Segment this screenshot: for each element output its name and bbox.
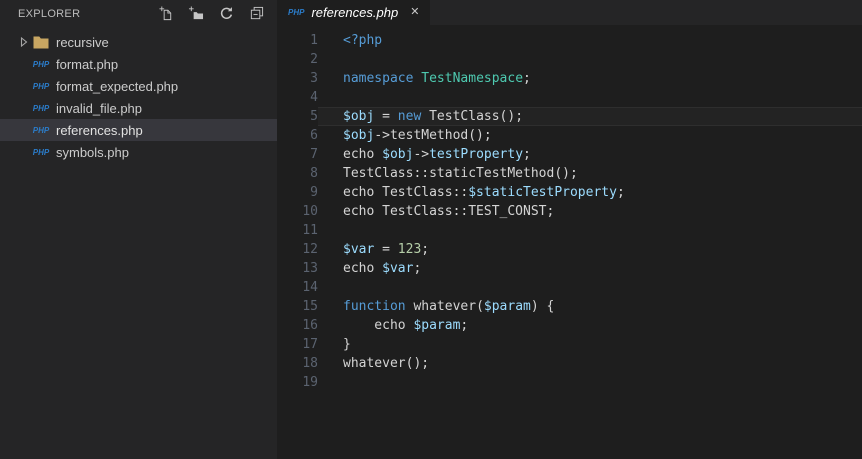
code-line-18[interactable]: 18 whatever(); bbox=[277, 354, 862, 373]
line-number: 1 bbox=[310, 33, 318, 48]
line-number: 3 bbox=[310, 71, 318, 86]
line-number: 12 bbox=[302, 242, 318, 257]
code-text: TestClass::staticTestMethod(); bbox=[343, 166, 578, 181]
chevron-right-icon[interactable] bbox=[20, 37, 33, 47]
line-number: 8 bbox=[310, 166, 318, 181]
explorer-title: EXPLORER bbox=[18, 7, 81, 20]
file-tree: recursive PHP format.php PHP format_expected… bbox=[0, 27, 277, 163]
explorer-header: EXPLORER bbox=[0, 0, 277, 27]
new-file-button[interactable] bbox=[158, 6, 174, 22]
code-line-3[interactable]: 3 namespace TestNamespace; bbox=[277, 69, 862, 88]
tree-item-recursive[interactable]: recursive bbox=[0, 31, 277, 53]
code-text: function whatever($param) { bbox=[343, 299, 555, 314]
tab-references-php[interactable]: PHP references.php ✕ bbox=[277, 0, 431, 25]
code-line-10[interactable]: 10 echo TestClass::TEST_CONST; bbox=[277, 202, 862, 221]
explorer-sidebar: EXPLORER recursive PHP format.php PHP format… bbox=[0, 0, 277, 459]
php-file-icon: PHP bbox=[32, 125, 50, 135]
new-folder-icon bbox=[188, 6, 204, 21]
code-line-14[interactable]: 14 bbox=[277, 278, 862, 297]
code-line-2[interactable]: 2 bbox=[277, 50, 862, 69]
line-number: 13 bbox=[302, 261, 318, 276]
code-line-6[interactable]: 6 $obj->testMethod(); bbox=[277, 126, 862, 145]
new-file-icon bbox=[158, 6, 174, 21]
code-line-7[interactable]: 7 echo $obj->testProperty; bbox=[277, 145, 862, 164]
tab-title: references.php bbox=[311, 5, 399, 20]
collapse-all-icon bbox=[249, 6, 264, 21]
code-text: echo $obj->testProperty; bbox=[343, 147, 531, 162]
collapse-all-button[interactable] bbox=[248, 6, 264, 22]
code-text: } bbox=[343, 337, 351, 352]
php-file-icon: PHP bbox=[288, 8, 305, 17]
file-label: invalid_file.php bbox=[56, 100, 143, 116]
code-text: echo $param; bbox=[343, 318, 469, 333]
line-number: 15 bbox=[302, 299, 318, 314]
line-number: 6 bbox=[310, 128, 318, 143]
refresh-icon bbox=[219, 6, 234, 21]
line-number: 9 bbox=[310, 185, 318, 200]
refresh-button[interactable] bbox=[218, 6, 234, 22]
code-text: $obj = new TestClass(); bbox=[318, 107, 862, 126]
code-line-15[interactable]: 15 function whatever($param) { bbox=[277, 297, 862, 316]
php-file-icon: PHP bbox=[32, 147, 50, 157]
file-label: format.php bbox=[56, 56, 119, 72]
line-number: 5 bbox=[310, 109, 318, 124]
file-label: format_expected.php bbox=[56, 78, 179, 94]
code-text: echo $var; bbox=[343, 261, 422, 276]
file-label: references.php bbox=[56, 122, 143, 138]
code-line-9[interactable]: 9 echo TestClass::$staticTestProperty; bbox=[277, 183, 862, 202]
file-label: recursive bbox=[56, 34, 109, 50]
code-text: <?php bbox=[343, 33, 383, 48]
code-line-16[interactable]: 16 echo $param; bbox=[277, 316, 862, 335]
php-file-icon: PHP bbox=[32, 59, 50, 69]
code-text: namespace TestNamespace; bbox=[343, 71, 531, 86]
line-number: 2 bbox=[310, 52, 318, 67]
line-number: 11 bbox=[302, 223, 318, 238]
line-number: 10 bbox=[302, 204, 318, 219]
line-number: 7 bbox=[310, 147, 318, 162]
code-line-19[interactable]: 19 bbox=[277, 373, 862, 392]
php-file-icon: PHP bbox=[32, 81, 50, 91]
line-number: 17 bbox=[302, 337, 318, 352]
line-number: 18 bbox=[302, 356, 318, 371]
tab-bar: PHP references.php ✕ bbox=[277, 0, 862, 25]
code-text: $obj->testMethod(); bbox=[343, 128, 492, 143]
vscode-window: EXPLORER recursive PHP format.php PHP format… bbox=[0, 0, 862, 459]
code-line-5[interactable]: 5 $obj = new TestClass(); bbox=[277, 107, 862, 126]
folder-icon bbox=[33, 36, 49, 49]
code-line-11[interactable]: 11 bbox=[277, 221, 862, 240]
code-line-12[interactable]: 12 $var = 123; bbox=[277, 240, 862, 259]
explorer-actions bbox=[158, 6, 264, 22]
tree-item-format-php[interactable]: PHP format.php bbox=[0, 53, 277, 75]
line-number: 16 bbox=[302, 318, 318, 333]
line-number: 4 bbox=[310, 90, 318, 105]
code-text: whatever(); bbox=[343, 356, 430, 371]
code-text: echo TestClass::TEST_CONST; bbox=[343, 204, 555, 219]
editor-group: PHP references.php ✕ 1 <?php 2 3 namespace T… bbox=[277, 0, 862, 459]
code-line-13[interactable]: 13 echo $var; bbox=[277, 259, 862, 278]
tree-item-symbols-php[interactable]: PHP symbols.php bbox=[0, 141, 277, 163]
code-editor[interactable]: 1 <?php 2 3 namespace TestNamespace; 4 5 $obj =… bbox=[277, 25, 862, 459]
tree-item-format-expected-php[interactable]: PHP format_expected.php bbox=[0, 75, 277, 97]
code-text: echo TestClass::$staticTestProperty; bbox=[343, 185, 625, 200]
tree-item-references-php[interactable]: PHP references.php bbox=[0, 119, 277, 141]
code-text: $var = 123; bbox=[343, 242, 430, 257]
code-line-8[interactable]: 8 TestClass::staticTestMethod(); bbox=[277, 164, 862, 183]
line-number: 19 bbox=[302, 375, 318, 390]
code-line-17[interactable]: 17} bbox=[277, 335, 862, 354]
new-folder-button[interactable] bbox=[188, 6, 204, 22]
line-number: 14 bbox=[302, 280, 318, 295]
code-line-4[interactable]: 4 bbox=[277, 88, 862, 107]
tree-item-invalid-file-php[interactable]: PHP invalid_file.php bbox=[0, 97, 277, 119]
php-file-icon: PHP bbox=[32, 103, 50, 113]
tab-close-icon[interactable]: ✕ bbox=[410, 7, 419, 18]
code-line-1[interactable]: 1 <?php bbox=[277, 31, 862, 50]
file-label: symbols.php bbox=[56, 144, 129, 160]
